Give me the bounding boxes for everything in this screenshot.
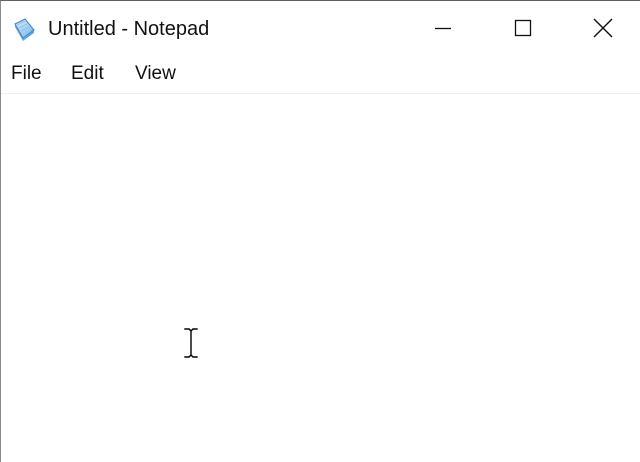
maximize-icon <box>514 19 532 37</box>
notepad-icon <box>14 18 35 41</box>
menu-file[interactable]: File <box>11 61 42 87</box>
maximize-button[interactable] <box>483 1 563 55</box>
close-button[interactable] <box>563 1 640 55</box>
window-title: Untitled - Notepad <box>48 18 210 40</box>
menu-edit[interactable]: Edit <box>71 61 104 87</box>
menu-view[interactable]: View <box>135 61 176 87</box>
menu-bar: File Edit View <box>1 55 640 94</box>
minimize-button[interactable] <box>403 1 483 55</box>
text-editor[interactable] <box>1 94 640 462</box>
minimize-icon <box>435 27 451 30</box>
title-bar[interactable]: Untitled - Notepad <box>1 1 640 55</box>
close-icon <box>593 18 613 38</box>
notepad-window: Untitled - Notepad File Edit View <box>0 0 640 462</box>
